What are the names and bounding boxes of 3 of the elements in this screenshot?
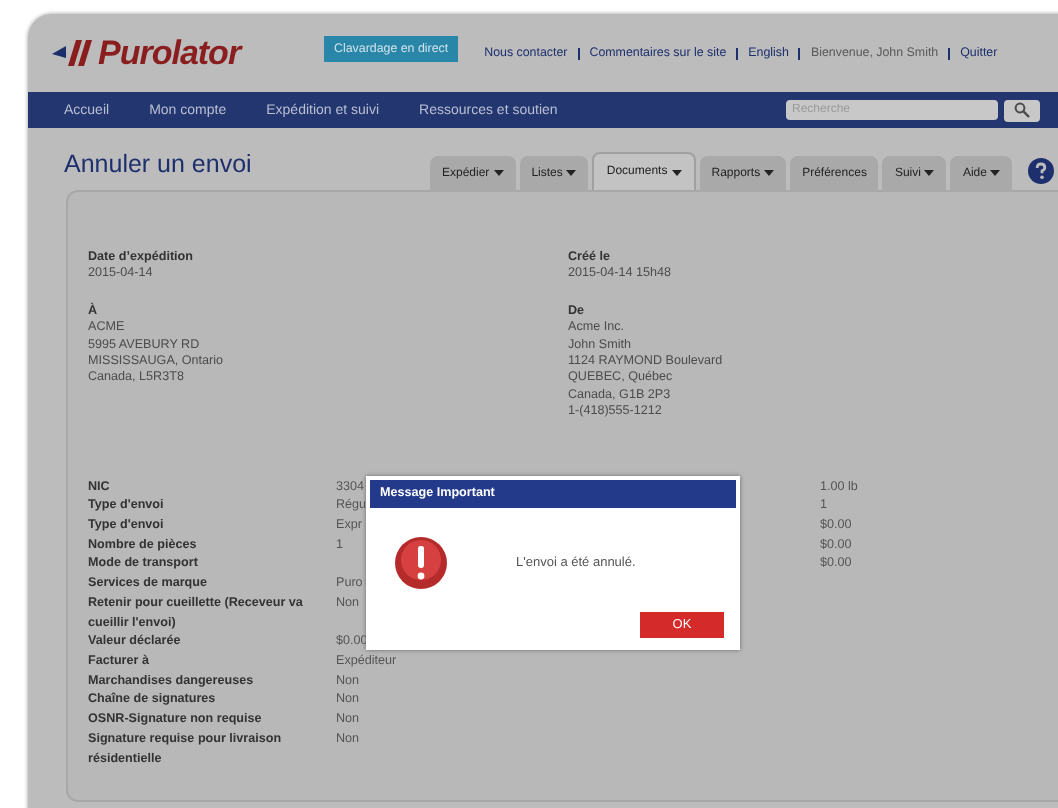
logo-text: Purolator	[98, 33, 241, 73]
page-title: Annuler un envoi	[64, 150, 254, 178]
logo[interactable]: Purolator	[52, 33, 276, 73]
